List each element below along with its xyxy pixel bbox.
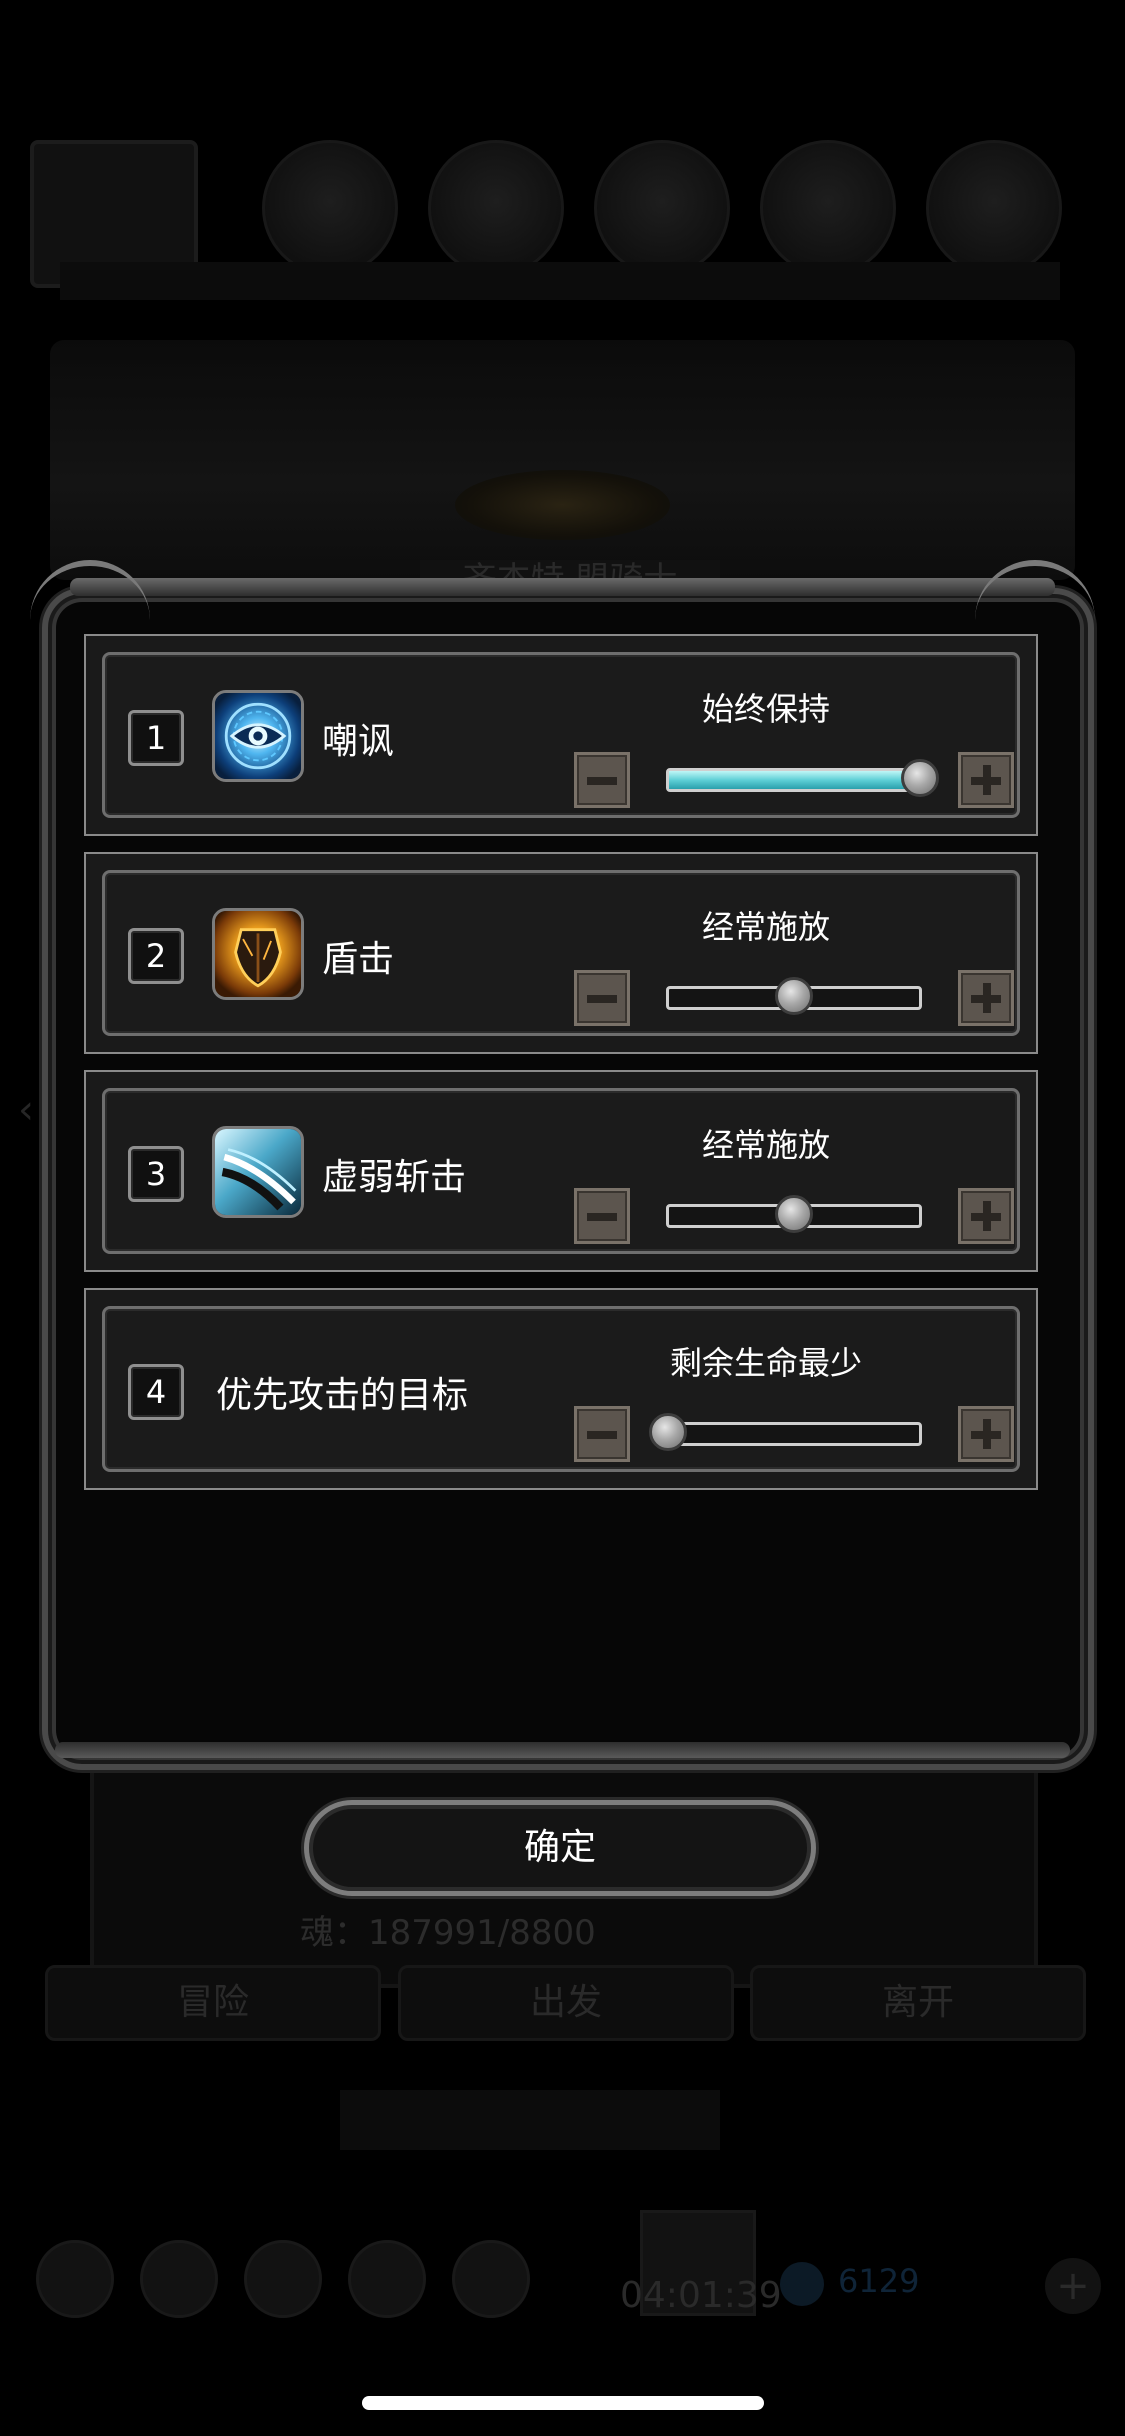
bg-add-icon: + [1045, 2258, 1101, 2314]
bg-skill-slot [262, 140, 398, 276]
dialog-top-trim [70, 578, 1055, 596]
increase-button[interactable] [958, 752, 1014, 808]
bg-strip [340, 2090, 720, 2150]
slider-handle[interactable] [775, 1195, 813, 1233]
skill-row: 1 嘲讽 始终保持 [84, 634, 1038, 836]
bg-gem-icon [780, 2262, 824, 2306]
slash-icon [212, 1126, 304, 1218]
decrease-button[interactable] [574, 970, 630, 1026]
slider-handle[interactable] [775, 977, 813, 1015]
slider-handle[interactable] [901, 759, 939, 797]
slider-handle[interactable] [649, 1413, 687, 1451]
bg-dock-icon [36, 2240, 114, 2318]
skill-name: 嘲讽 [322, 721, 395, 762]
dialog-bottom-trim [55, 1742, 1070, 1758]
increase-button[interactable] [958, 1406, 1014, 1462]
target-priority-label: 优先攻击的目标 [216, 1375, 469, 1416]
bg-adventure-button: 冒险 [45, 1965, 381, 2041]
bg-timer: 04:01:39 [620, 2275, 782, 2316]
bg-dock-icon [140, 2240, 218, 2318]
target-priority-row: 4 优先攻击的目标 剩余生命最少 [84, 1288, 1038, 1490]
bg-skill-slot [926, 140, 1062, 276]
skill-row: 2 盾击 经常施放 [84, 852, 1038, 1054]
bg-skill-slot [594, 140, 730, 276]
confirm-button[interactable]: 确定 [304, 1800, 816, 1896]
eye-icon [212, 690, 304, 782]
skill-index-badge: 3 [128, 1146, 184, 1202]
target-priority-slider[interactable] [649, 1413, 922, 1451]
target-priority-value: 剩余生命最少 [669, 1344, 862, 1382]
bg-depart-button: 出发 [398, 1965, 734, 2041]
bg-soul-counter: 魂：187991/8800 [300, 1913, 596, 1953]
skill-index-badge: 1 [128, 710, 184, 766]
skill-name: 虚弱斩击 [322, 1157, 467, 1198]
confirm-button-label: 确定 [523, 1827, 596, 1868]
bg-dock-icon [244, 2240, 322, 2318]
bg-gem-count: 6129 [838, 2262, 920, 2300]
shield-icon [212, 908, 304, 1000]
increase-button[interactable] [958, 1188, 1014, 1244]
bg-dock-icon [452, 2240, 530, 2318]
frequency-slider[interactable] [666, 977, 922, 1015]
bg-leave-button: 离开 [750, 1965, 1086, 2041]
skill-index-badge: 2 [128, 928, 184, 984]
increase-button[interactable] [958, 970, 1014, 1026]
frequency-slider[interactable] [666, 759, 939, 797]
skill-index-badge: 4 [128, 1364, 184, 1420]
bg-label-strip [60, 262, 1060, 300]
bg-skill-slot [428, 140, 564, 276]
decrease-button[interactable] [574, 752, 630, 808]
decrease-button[interactable] [574, 1188, 630, 1244]
home-indicator [362, 2396, 764, 2410]
bg-moon-emblem [455, 470, 670, 540]
frequency-label: 经常施放 [701, 908, 830, 946]
frequency-slider[interactable] [666, 1195, 922, 1233]
bg-ornament-frame [50, 340, 1075, 580]
frequency-label: 始终保持 [701, 690, 830, 728]
skill-name: 盾击 [322, 939, 395, 980]
decrease-button[interactable] [574, 1406, 630, 1462]
frequency-label: 经常施放 [701, 1126, 830, 1164]
skill-row: 3 虚弱斩击 经常施放 [84, 1070, 1038, 1272]
bg-skill-slot [760, 140, 896, 276]
bg-dock-icon [348, 2240, 426, 2318]
